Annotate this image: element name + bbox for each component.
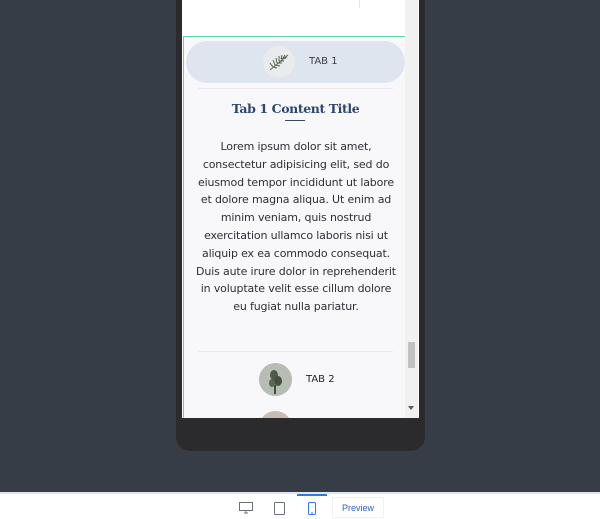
desktop-icon	[239, 502, 253, 514]
scroll-down-arrow-icon[interactable]	[408, 406, 414, 410]
plant-icon[interactable]	[259, 363, 292, 396]
divider	[198, 88, 393, 89]
preview-scrollbar[interactable]	[405, 0, 418, 418]
tab-2-label[interactable]: TAB 2	[306, 374, 335, 385]
tab-content-body: Lorem ipsum dolor sit amet, consectetur …	[196, 140, 396, 314]
active-device-indicator	[297, 494, 327, 496]
tab-content-title: Tab 1 Content Title	[231, 101, 360, 116]
tab-1-label: TAB 1	[309, 56, 338, 67]
preview-top-section	[182, 0, 407, 36]
tablet-icon	[273, 501, 285, 515]
tab-1[interactable]: TAB 1	[186, 41, 405, 83]
preview-button[interactable]: Preview	[332, 497, 384, 518]
device-toolbar: Preview	[0, 492, 600, 519]
mobile-view-button[interactable]	[297, 497, 327, 519]
divider	[198, 351, 393, 352]
photo-icon[interactable]	[259, 411, 292, 418]
tablet-view-button[interactable]	[264, 497, 294, 519]
mobile-preview-screen[interactable]: TAB 1 Tab 1 Content Title Lorem ipsum do…	[182, 0, 419, 418]
tabs-widget[interactable]: TAB 1 Tab 1 Content Title Lorem ipsum do…	[183, 36, 406, 418]
desktop-view-button[interactable]	[231, 497, 261, 519]
mobile-icon	[308, 501, 316, 515]
scrollbar-thumb[interactable]	[408, 342, 415, 368]
divider	[359, 0, 360, 8]
title-underline	[285, 120, 305, 121]
palm-leaf-icon	[263, 46, 295, 78]
